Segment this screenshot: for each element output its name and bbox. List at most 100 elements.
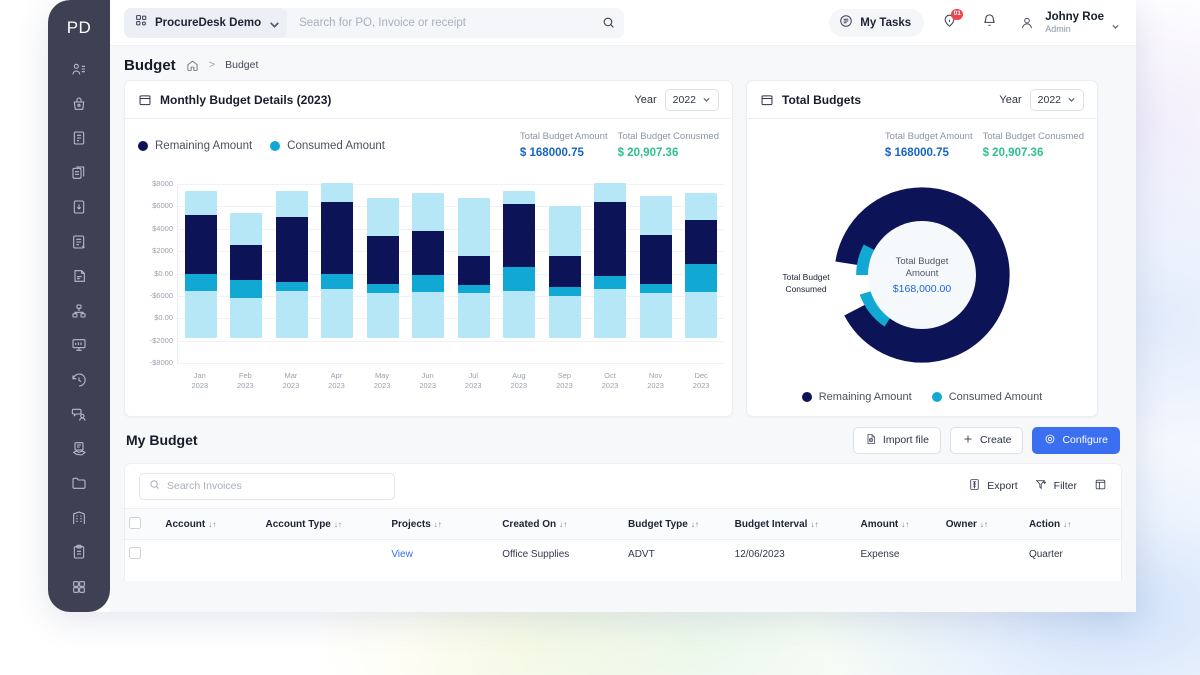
sidebar-item-purchase[interactable]: [62, 91, 96, 117]
sidebar-item-requisition[interactable]: [62, 125, 96, 151]
search-input[interactable]: [287, 7, 592, 38]
x-axis-tick: Aug 2023: [510, 371, 528, 390]
table-header-action[interactable]: Action ↓↑: [1025, 509, 1121, 540]
chart-bar-consumed: [548, 287, 581, 296]
x-axis-tick: Jul 2023: [464, 371, 482, 390]
sidebar-item-payments[interactable]: [62, 263, 96, 289]
sort-icon[interactable]: ↓↑: [559, 520, 567, 529]
clipboard-icon: [71, 544, 87, 560]
sidebar-item-contacts[interactable]: [62, 401, 96, 427]
my-tasks-label: My Tasks: [860, 16, 912, 29]
table-header-budget_interval[interactable]: Budget Interval ↓↑: [731, 509, 857, 540]
sort-icon[interactable]: ↓↑: [334, 520, 342, 529]
total-year-select[interactable]: 2022: [1029, 88, 1084, 111]
sidebar-item-users[interactable]: [62, 56, 96, 82]
view-link[interactable]: View: [391, 549, 413, 560]
sidebar-item-budget[interactable]: [62, 470, 96, 496]
x-axis-tick: Jun 2023: [419, 371, 437, 390]
search-icon[interactable]: [592, 16, 624, 29]
donut-side-line2: Consumed: [785, 284, 827, 294]
chart-bar-remaining: [275, 217, 308, 282]
sidebar-item-invoices[interactable]: [62, 229, 96, 255]
chart-bar-remaining: [503, 204, 536, 267]
legend-remaining: Remaining Amount: [138, 140, 252, 152]
table-header-account_type[interactable]: Account Type ↓↑: [261, 509, 387, 540]
help-button[interactable]: 01: [934, 8, 964, 38]
avatar: [1016, 12, 1038, 34]
select-all-checkbox[interactable]: [129, 516, 141, 529]
table-row[interactable]: View Office Supplies ADVT 12/06/2023 Expense…: [125, 540, 1121, 570]
search-invoices-input[interactable]: [167, 480, 385, 492]
table-header-budget_type[interactable]: Budget Type ↓↑: [624, 509, 731, 540]
y-axis-tick: -$6000: [149, 290, 173, 300]
sort-icon[interactable]: ↓↑: [1063, 520, 1071, 529]
sidebar-item-company[interactable]: [62, 505, 96, 531]
table-header-account[interactable]: Account ↓↑: [161, 509, 261, 540]
breadcrumb-current[interactable]: Budget: [225, 59, 258, 71]
chart-bar-remaining: [594, 202, 627, 276]
my-tasks-button[interactable]: My Tasks: [829, 8, 925, 37]
configure-button[interactable]: Configure: [1032, 426, 1120, 454]
export-button[interactable]: Export: [968, 478, 1018, 494]
table-header-owner[interactable]: Owner ↓↑: [942, 509, 1025, 540]
org-grid-icon: [135, 14, 148, 32]
sort-icon[interactable]: ↓↑: [691, 520, 699, 529]
total-card-title: Total Budgets: [782, 92, 862, 107]
import-file-button[interactable]: Import file: [852, 426, 941, 454]
table-header-amount[interactable]: Amount ↓↑: [856, 509, 941, 540]
sort-icon[interactable]: ↓↑: [980, 520, 988, 529]
total-year-label: Year: [999, 93, 1022, 106]
y-axis-tick: $0.00: [154, 268, 173, 278]
filter-button[interactable]: Filter: [1035, 478, 1077, 494]
notifications-button[interactable]: [974, 8, 1004, 38]
sort-icon[interactable]: ↓↑: [810, 520, 818, 529]
home-icon[interactable]: [186, 59, 199, 72]
table-cell-budget_type: ADVT: [628, 549, 655, 561]
chart-bar-remaining: [685, 219, 718, 264]
create-button[interactable]: Create: [949, 426, 1024, 454]
total-budget-consumed-value: $ 20,907.36: [982, 147, 1044, 159]
sidebar-item-approvals[interactable]: [62, 436, 96, 462]
user-chat-icon: [71, 406, 87, 422]
chart-bar-group: [412, 184, 445, 364]
donut-legend-label-consumed: Consumed Amount: [948, 391, 1043, 403]
table-header-projects[interactable]: Projects ↓↑: [387, 509, 498, 540]
monthly-total-amount: Total Budget Amount $ 168000.75: [520, 130, 608, 162]
sort-icon[interactable]: ↓↑: [901, 520, 909, 529]
my-budget-title: My Budget: [126, 432, 198, 448]
x-axis-tick: Apr 2023: [328, 371, 345, 390]
monthly-year-select[interactable]: 2022: [664, 88, 719, 111]
donut-side-label: Total Budget Consumed: [769, 271, 843, 295]
import-file-label: Import file: [882, 434, 929, 446]
sidebar-item-reports[interactable]: [62, 332, 96, 358]
total-budgets-card: Total Budgets Year 2022 Total Budget Amo…: [746, 80, 1098, 417]
document-card-icon: [71, 268, 87, 284]
bag-lock-icon: [71, 96, 87, 112]
column-settings-button[interactable]: [1094, 478, 1107, 494]
page-header: Budget > Budget: [124, 46, 1122, 80]
sidebar-item-history[interactable]: [62, 367, 96, 393]
content-region: Budget > Budget Monthly Budget Details (…: [110, 46, 1136, 612]
user-menu[interactable]: Johny Roe Admin: [1016, 11, 1124, 35]
report-board-icon: [71, 337, 87, 353]
x-axis-tick: Oct 2023: [601, 371, 619, 390]
sidebar-item-apps[interactable]: [62, 574, 96, 600]
chart-bar-consumed: [457, 285, 490, 294]
monthly-year-filter: Year 2022: [634, 88, 719, 111]
chart-bar-remaining: [230, 244, 263, 280]
sidebar-item-catalog[interactable]: [62, 539, 96, 565]
donut-wrap: Total Budget Amount $168,000.00 Total Bu…: [782, 186, 1011, 364]
sidebar-item-receipts[interactable]: [62, 194, 96, 220]
total-year-value: 2022: [1037, 93, 1061, 106]
sidebar-item-orders[interactable]: [62, 160, 96, 186]
sort-icon[interactable]: ↓↑: [434, 520, 442, 529]
chart-bar-group: [594, 183, 627, 364]
sidebar-item-suppliers[interactable]: [62, 298, 96, 324]
chart-bar-remaining: [457, 255, 490, 285]
row-checkbox[interactable]: [129, 547, 141, 560]
sort-icon[interactable]: ↓↑: [208, 520, 216, 529]
org-switcher[interactable]: ProcureDesk Demo: [124, 7, 288, 38]
table-header-created_on[interactable]: Created On ↓↑: [498, 509, 624, 540]
invoice-search[interactable]: [139, 472, 395, 500]
plus-icon: [962, 433, 974, 448]
